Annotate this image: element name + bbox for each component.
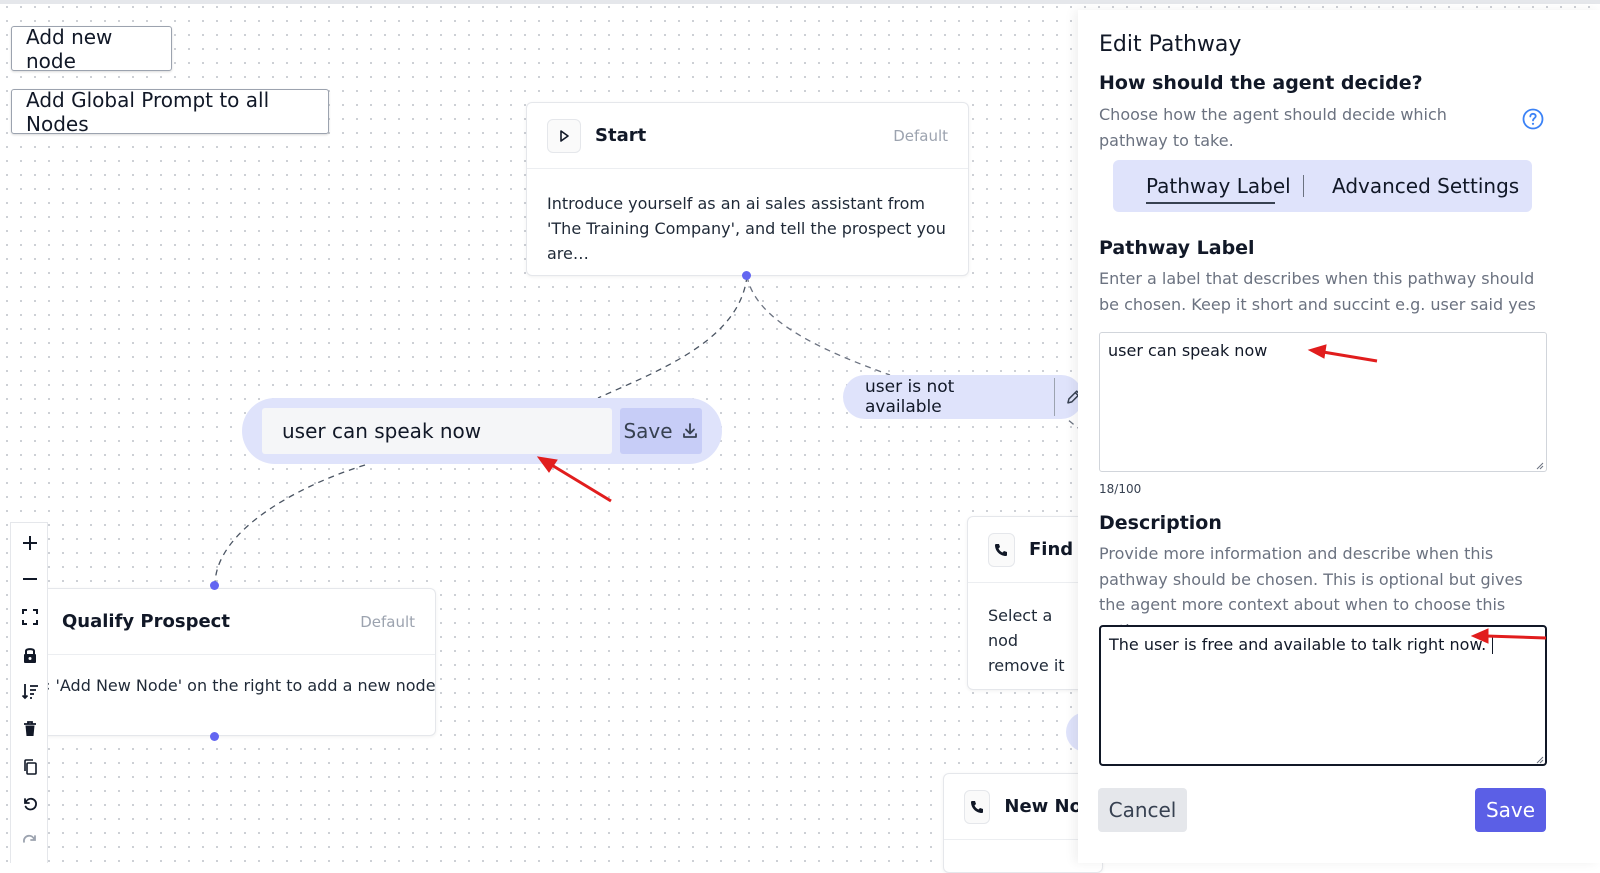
annotation-arrows	[536, 344, 1547, 644]
